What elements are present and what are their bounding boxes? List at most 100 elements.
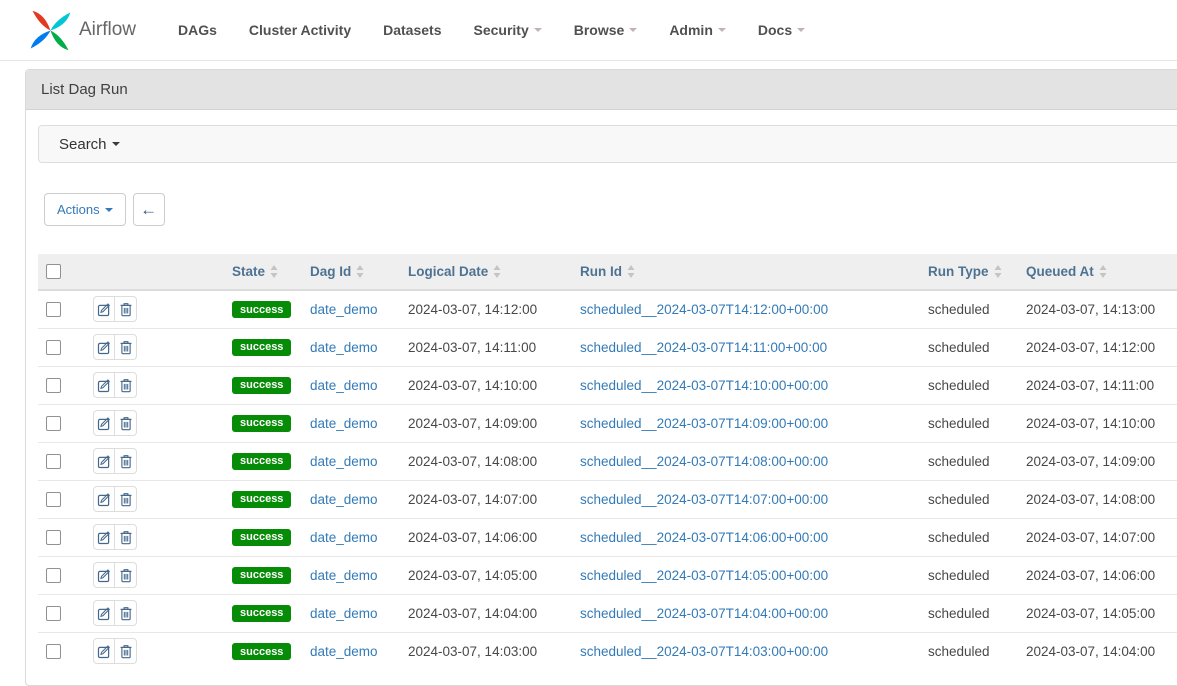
row-checkbox[interactable] [46,378,61,393]
edit-pencil-icon [97,606,112,621]
select-all-checkbox[interactable] [46,264,61,279]
edit-record-button[interactable] [93,486,115,512]
delete-record-button[interactable] [115,296,137,322]
edit-record-button[interactable] [93,562,115,588]
run-id-link[interactable]: scheduled__2024-03-07T14:06:00+00:00 [580,530,828,545]
dag-id-link[interactable]: date_demo [310,568,378,583]
delete-record-button[interactable] [115,600,137,626]
edit-pencil-icon [97,492,112,507]
nav-item[interactable]: Admin [653,22,742,38]
run-type-cell: scheduled [924,290,1022,328]
column-header-run-type[interactable]: Run Type [924,254,1022,290]
delete-record-button[interactable] [115,638,137,664]
run-id-link[interactable]: scheduled__2024-03-07T14:03:00+00:00 [580,644,828,659]
dag-id-link[interactable]: date_demo [310,644,378,659]
edit-record-button[interactable] [93,600,115,626]
run-id-cell: scheduled__2024-03-07T14:03:00+00:00 [576,632,924,670]
dag-id-link[interactable]: date_demo [310,302,378,317]
row-checkbox[interactable] [46,454,61,469]
page-title: List Dag Run [26,70,1177,110]
dag-id-link[interactable]: date_demo [310,416,378,431]
search-dropdown[interactable]: Search [38,125,1177,163]
row-checkbox[interactable] [46,416,61,431]
row-checkbox[interactable] [46,340,61,355]
column-header-logical-date[interactable]: Logical Date [404,254,576,290]
edit-record-button[interactable] [93,638,115,664]
run-id-link[interactable]: scheduled__2024-03-07T14:10:00+00:00 [580,378,828,393]
dag-id-link[interactable]: date_demo [310,378,378,393]
run-id-link[interactable]: scheduled__2024-03-07T14:09:00+00:00 [580,416,828,431]
table-row: success date_demo 2024-03-07, 14:08:00 s… [38,442,1177,480]
dag-id-link[interactable]: date_demo [310,454,378,469]
nav-item[interactable]: Docs [742,22,821,38]
dag-id-link[interactable]: date_demo [310,606,378,621]
run-type-cell: scheduled [924,632,1022,670]
delete-record-button[interactable] [115,334,137,360]
edit-record-button[interactable] [93,334,115,360]
column-header-queued-at[interactable]: Queued At [1022,254,1177,290]
trash-icon [119,378,133,393]
dag-id-link[interactable]: date_demo [310,492,378,507]
back-button[interactable]: ← [133,193,165,226]
dag-id-cell: date_demo [306,328,404,366]
run-id-link[interactable]: scheduled__2024-03-07T14:05:00+00:00 [580,568,828,583]
nav-item[interactable]: Datasets [367,22,457,38]
state-badge: success [232,301,291,318]
row-select-cell [38,518,85,556]
edit-record-button[interactable] [93,410,115,436]
actions-button[interactable]: Actions [44,193,126,226]
edit-record-button[interactable] [93,296,115,322]
queued-at-cell: 2024-03-07, 14:05:00 [1022,594,1177,632]
nav-item[interactable]: Browse [558,22,654,38]
nav-item[interactable]: DAGs [162,22,233,38]
state-badge: success [232,453,291,470]
trash-icon [119,340,133,355]
row-checkbox[interactable] [46,606,61,621]
state-badge: success [232,491,291,508]
row-actions-cell [85,290,228,328]
delete-record-button[interactable] [115,372,137,398]
state-badge: success [232,377,291,394]
table-row: success date_demo 2024-03-07, 14:05:00 s… [38,556,1177,594]
column-header-dag-id[interactable]: Dag Id [306,254,404,290]
dag-id-link[interactable]: date_demo [310,340,378,355]
edit-record-button[interactable] [93,448,115,474]
queued-at-cell: 2024-03-07, 14:09:00 [1022,442,1177,480]
edit-pencil-icon [97,302,112,317]
airflow-logo[interactable]: Airflow [28,8,136,53]
run-id-link[interactable]: scheduled__2024-03-07T14:08:00+00:00 [580,454,828,469]
row-checkbox[interactable] [46,492,61,507]
logical-date-cell: 2024-03-07, 14:12:00 [404,290,576,328]
run-id-link[interactable]: scheduled__2024-03-07T14:12:00+00:00 [580,302,828,317]
row-actions-cell [85,328,228,366]
delete-record-button[interactable] [115,562,137,588]
row-checkbox[interactable] [46,530,61,545]
delete-record-button[interactable] [115,410,137,436]
dag-id-link[interactable]: date_demo [310,530,378,545]
edit-record-button[interactable] [93,524,115,550]
row-checkbox[interactable] [46,302,61,317]
column-header-run-id[interactable]: Run Id [576,254,924,290]
run-id-link[interactable]: scheduled__2024-03-07T14:07:00+00:00 [580,492,828,507]
table-row: success date_demo 2024-03-07, 14:11:00 s… [38,328,1177,366]
delete-record-button[interactable] [115,448,137,474]
delete-record-button[interactable] [115,486,137,512]
row-checkbox[interactable] [46,568,61,583]
edit-pencil-icon [97,644,112,659]
navbar: Airflow DAGs Cluster Activity Datasets S… [0,0,1177,61]
delete-record-button[interactable] [115,524,137,550]
run-type-cell: scheduled [924,594,1022,632]
state-badge: success [232,415,291,432]
nav-item[interactable]: Security [457,22,557,38]
row-select-cell [38,442,85,480]
nav-item[interactable]: Cluster Activity [233,22,367,38]
edit-record-button[interactable] [93,372,115,398]
run-id-link[interactable]: scheduled__2024-03-07T14:04:00+00:00 [580,606,828,621]
row-checkbox[interactable] [46,644,61,659]
trash-icon [119,606,133,621]
state-cell: success [228,594,306,632]
column-header-state[interactable]: State [228,254,306,290]
logical-date-cell: 2024-03-07, 14:09:00 [404,404,576,442]
run-type-cell: scheduled [924,366,1022,404]
run-id-link[interactable]: scheduled__2024-03-07T14:11:00+00:00 [580,340,827,355]
